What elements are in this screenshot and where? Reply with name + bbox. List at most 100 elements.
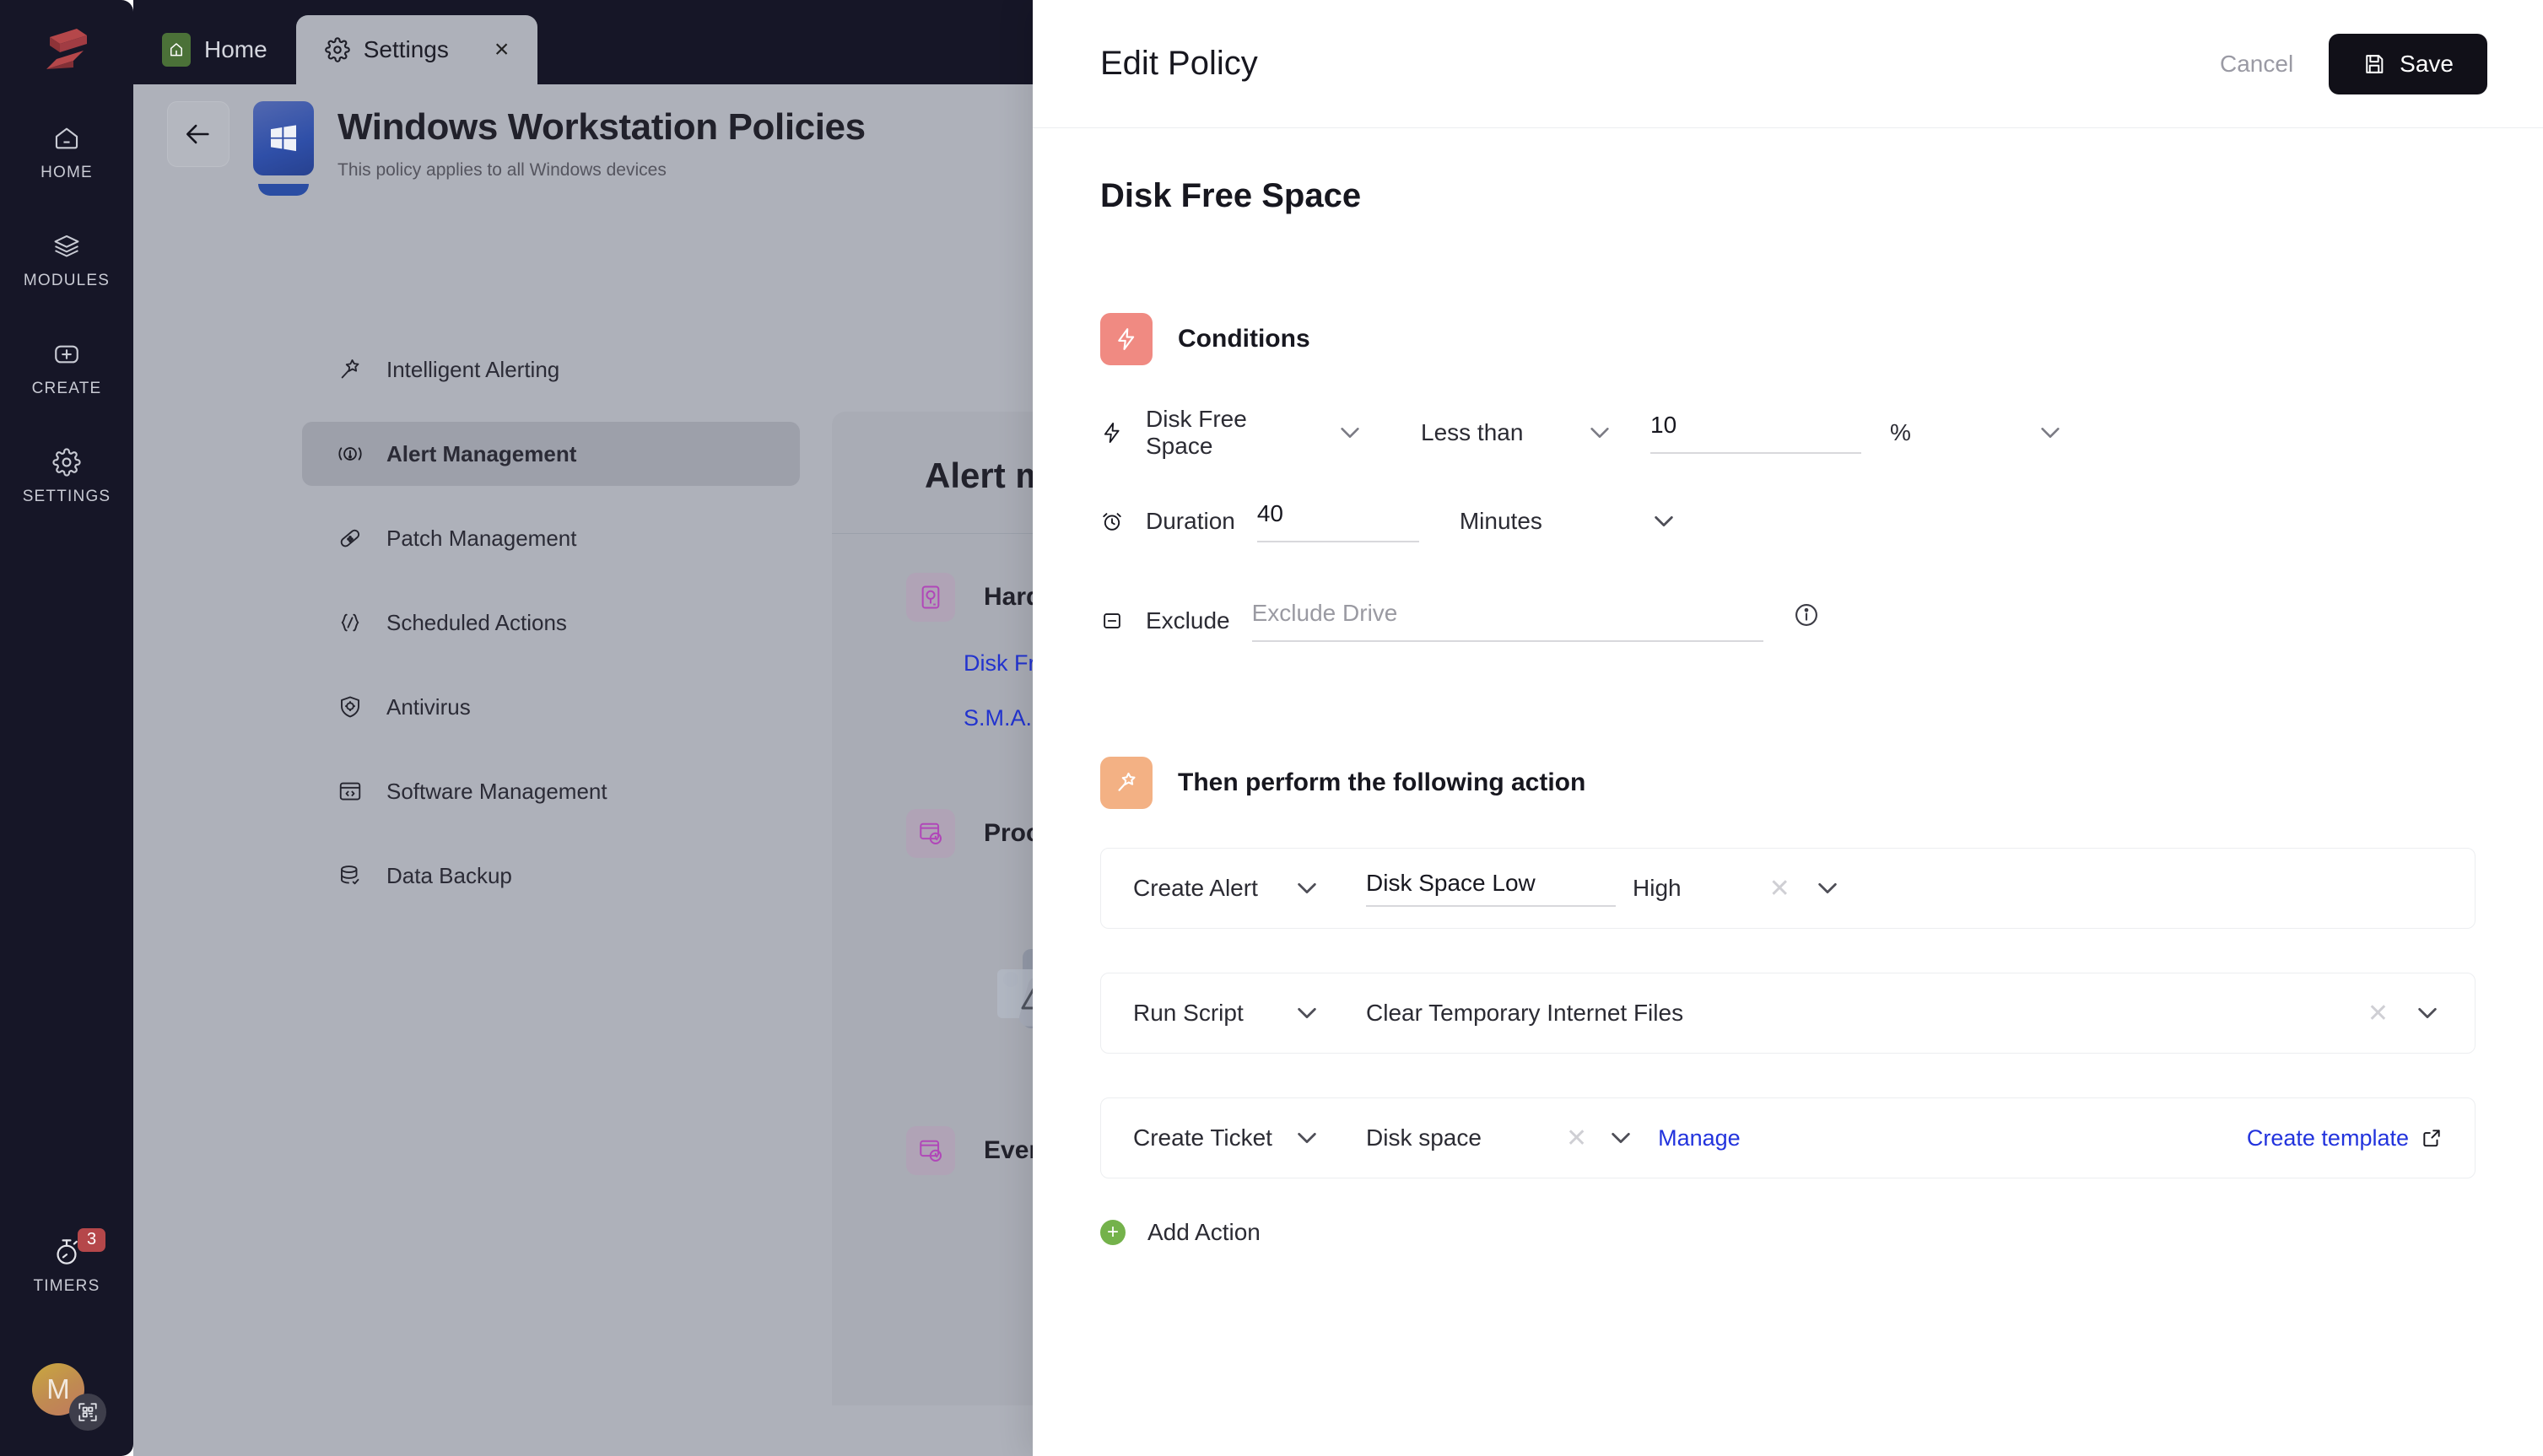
- unit-select[interactable]: %: [1890, 419, 2017, 446]
- sidebar-item-label: Data Backup: [386, 862, 512, 888]
- alert-name-input[interactable]: [1366, 870, 1616, 907]
- tab-label: Home: [204, 36, 267, 62]
- rail-item-label: HOME: [40, 164, 93, 181]
- exclude-label: Exclude: [1146, 607, 1230, 634]
- chevron-down-icon[interactable]: [2416, 1002, 2439, 1024]
- app-logo-icon[interactable]: [40, 24, 94, 74]
- windows-product-badge: [253, 101, 314, 196]
- back-button[interactable]: [167, 101, 229, 167]
- info-circle-icon[interactable]: [1792, 601, 1821, 629]
- conditions-section-header: Conditions: [1100, 313, 2476, 365]
- close-icon[interactable]: ✕: [2368, 999, 2389, 1028]
- sidebar-item-patch-management[interactable]: Patch Management: [302, 506, 800, 570]
- duration-label: Duration: [1146, 508, 1235, 534]
- close-icon[interactable]: ✕: [1566, 1124, 1587, 1153]
- gear-icon: [324, 37, 350, 62]
- alert-severity-select[interactable]: High: [1633, 875, 1682, 902]
- alarm-clock-icon: [1100, 509, 1134, 534]
- action-row-run-script: Run Script Clear Temporary Internet File…: [1100, 973, 2476, 1054]
- magic-wand-icon: [336, 355, 364, 384]
- home-tab-icon: [162, 33, 191, 67]
- chevron-down-icon[interactable]: [1816, 877, 1839, 899]
- chevron-down-icon[interactable]: [1295, 1002, 1319, 1024]
- metric-select[interactable]: Disk Free Space: [1146, 406, 1306, 460]
- browser-code-icon: [336, 777, 364, 806]
- sidebar-item-label: Intelligent Alerting: [386, 356, 560, 382]
- chevron-down-icon[interactable]: [2038, 422, 2062, 444]
- sidebar-item-software-management[interactable]: Software Management: [302, 759, 800, 823]
- chevron-down-icon[interactable]: [1338, 422, 1362, 444]
- rail-item-timers[interactable]: 3 TIMERS: [0, 1228, 133, 1296]
- alert-severity-value: High: [1633, 875, 1682, 901]
- sidebar-item-intelligent-alerting[interactable]: Intelligent Alerting: [302, 337, 800, 402]
- page-title: Windows Workstation Policies: [337, 106, 866, 148]
- close-icon[interactable]: ✕: [1769, 874, 1790, 903]
- manage-link[interactable]: Manage: [1658, 1125, 1741, 1151]
- unit-value: %: [1890, 419, 1911, 445]
- tab-home[interactable]: Home: [133, 15, 296, 84]
- rail-item-home[interactable]: HOME: [0, 120, 133, 182]
- create-template-link[interactable]: Create template: [2247, 1125, 2443, 1151]
- save-button[interactable]: Save: [2329, 33, 2487, 94]
- add-action-button[interactable]: + Add Action: [1100, 1219, 2476, 1246]
- sidebar-item-scheduled-actions[interactable]: Scheduled Actions: [302, 590, 800, 655]
- lightning-bolt-icon: [1100, 420, 1134, 445]
- windows-logo-icon: [253, 101, 314, 175]
- timers-badge: 3: [78, 1228, 106, 1252]
- threshold-input[interactable]: [1650, 412, 1861, 454]
- rail-item-create[interactable]: CREATE: [0, 336, 133, 398]
- product-underline: [258, 184, 309, 196]
- rail-item-modules[interactable]: MODULES: [0, 228, 133, 290]
- process-clock-icon: [906, 809, 955, 858]
- qr-code-icon[interactable]: [69, 1394, 106, 1431]
- page-subtitle: This policy applies to all Windows devic…: [337, 160, 667, 180]
- settings-nav: Intelligent Alerting Alert Management Pa…: [302, 337, 800, 928]
- condition-row-exclude: Exclude: [1100, 600, 2476, 642]
- close-icon[interactable]: ×: [494, 35, 510, 64]
- rail-item-settings[interactable]: SETTINGS: [0, 444, 133, 506]
- metric-value: Disk Free Space: [1146, 406, 1247, 459]
- cancel-button[interactable]: Cancel: [2220, 51, 2293, 78]
- sidebar-item-label: Scheduled Actions: [386, 609, 567, 635]
- create-template-label: Create template: [2246, 1124, 2409, 1151]
- floppy-disk-icon: [2362, 52, 2386, 76]
- rail-item-label: MODULES: [23, 272, 111, 289]
- rail-item-label: CREATE: [31, 380, 102, 397]
- app-left-rail: HOME MODULES CREATE SETTINGS 3 TIMERS M: [0, 0, 133, 1456]
- duration-unit-select[interactable]: Minutes: [1460, 508, 1637, 535]
- duration-input[interactable]: [1256, 500, 1419, 542]
- actions-section-header: Then perform the following action: [1100, 757, 2476, 809]
- layers-icon: [48, 228, 85, 265]
- arrow-left-icon: [186, 124, 209, 144]
- exclude-drive-input[interactable]: [1251, 600, 1763, 642]
- action-row-create-ticket: Create Ticket Disk space ✕ Manage Create…: [1100, 1097, 2476, 1178]
- script-name-value[interactable]: Clear Temporary Internet Files: [1366, 1000, 1683, 1027]
- policy-name-heading: Disk Free Space: [1100, 177, 1362, 214]
- chevron-down-icon[interactable]: [1588, 422, 1612, 444]
- action-type-label: Create Alert: [1133, 875, 1258, 901]
- page-header: Windows Workstation Policies This policy…: [167, 101, 866, 196]
- chevron-down-icon[interactable]: [1609, 1127, 1633, 1149]
- page-header-text: Windows Workstation Policies This policy…: [337, 101, 866, 181]
- sidebar-item-antivirus[interactable]: Antivirus: [302, 675, 800, 739]
- sidebar-item-alert-management[interactable]: Alert Management: [302, 422, 800, 486]
- bandage-icon: [336, 524, 364, 553]
- section-title: Conditions: [1178, 325, 1310, 353]
- sidebar-item-label: Alert Management: [386, 440, 577, 466]
- chevron-down-icon[interactable]: [1652, 510, 1676, 532]
- panel-title: Edit Policy: [1100, 45, 1258, 82]
- condition-row-metric: Disk Free Space Less than %: [1100, 406, 2476, 460]
- duration-unit-value: Minutes: [1459, 508, 1542, 534]
- tab-settings[interactable]: Settings ×: [295, 15, 538, 84]
- sidebar-item-label: Software Management: [386, 778, 607, 804]
- panel-header-actions: Cancel Save: [2220, 33, 2487, 94]
- sidebar-item-data-backup[interactable]: Data Backup: [302, 844, 800, 908]
- operator-value: Less than: [1421, 419, 1524, 445]
- tab-label: Settings: [363, 36, 449, 62]
- home-icon: [48, 120, 85, 157]
- chevron-down-icon[interactable]: [1295, 877, 1319, 899]
- chevron-down-icon[interactable]: [1295, 1127, 1319, 1149]
- ticket-name-value[interactable]: Disk space: [1366, 1124, 1482, 1151]
- operator-select[interactable]: Less than: [1421, 419, 1581, 446]
- shield-virus-icon: [336, 693, 364, 721]
